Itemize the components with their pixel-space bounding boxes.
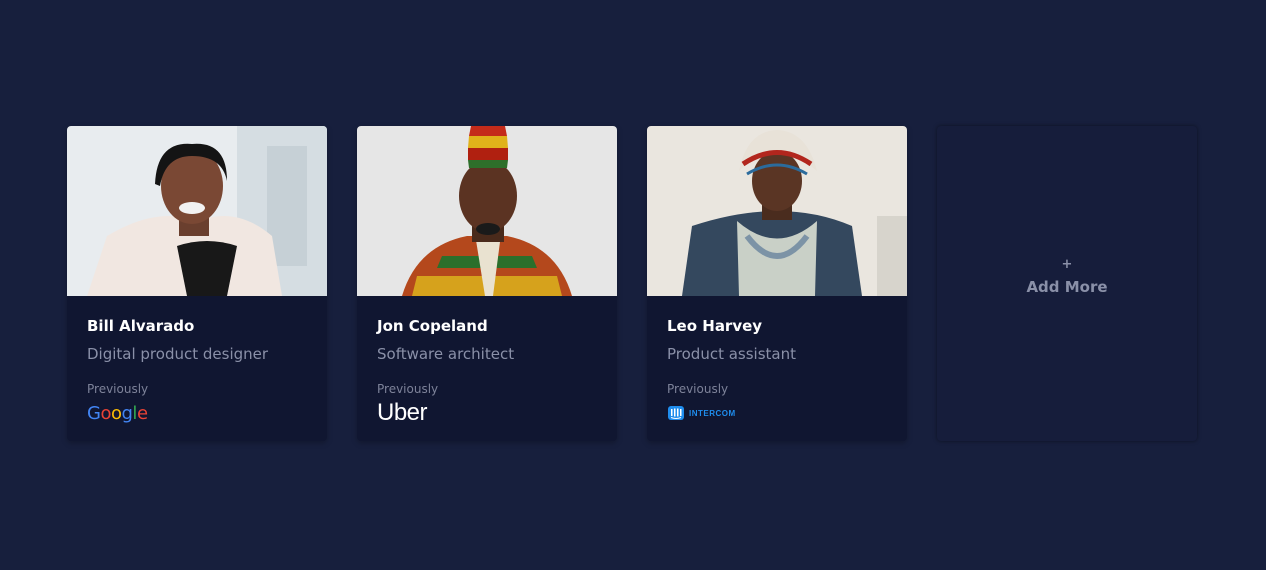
add-more-label: Add More [1026, 277, 1108, 296]
previously-label: Previously [377, 382, 439, 396]
person-photo [67, 126, 327, 296]
google-logo: Google [87, 401, 307, 425]
company-logo-text: INTERCOM [689, 408, 736, 418]
person-photo [647, 126, 907, 296]
page: Bill Alvarado Digital product designer P… [0, 0, 1266, 570]
previously-label: Previously [667, 382, 729, 396]
add-more-card[interactable]: + Add More [937, 126, 1197, 441]
person-card[interactable]: Bill Alvarado Digital product designer P… [67, 126, 327, 441]
person-photo-image [357, 126, 617, 296]
person-photo-image [647, 126, 907, 296]
person-card[interactable]: Jon Copeland Software architect Previous… [357, 126, 617, 441]
person-photo-image [67, 126, 327, 296]
previously-label: Previously [87, 382, 149, 396]
uber-logo: Uber [377, 399, 597, 426]
person-name: Leo Harvey [667, 317, 763, 335]
intercom-logo: INTERCOM [667, 401, 887, 425]
person-info: Leo Harvey Product assistant Previously … [647, 296, 907, 425]
person-role: Software architect [377, 345, 515, 363]
company-logo-text: Uber [377, 399, 428, 426]
person-photo [357, 126, 617, 296]
company-logo-text: Google [87, 402, 148, 424]
person-role: Product assistant [667, 345, 796, 363]
person-card[interactable]: Leo Harvey Product assistant Previously … [647, 126, 907, 441]
intercom-icon [668, 406, 684, 420]
person-info: Jon Copeland Software architect Previous… [357, 296, 617, 426]
person-name: Bill Alvarado [87, 317, 195, 335]
plus-icon: + [1061, 256, 1073, 272]
person-role: Digital product designer [87, 345, 269, 363]
person-info: Bill Alvarado Digital product designer P… [67, 296, 327, 425]
team-cards: Bill Alvarado Digital product designer P… [67, 126, 1197, 441]
person-name: Jon Copeland [377, 317, 488, 335]
